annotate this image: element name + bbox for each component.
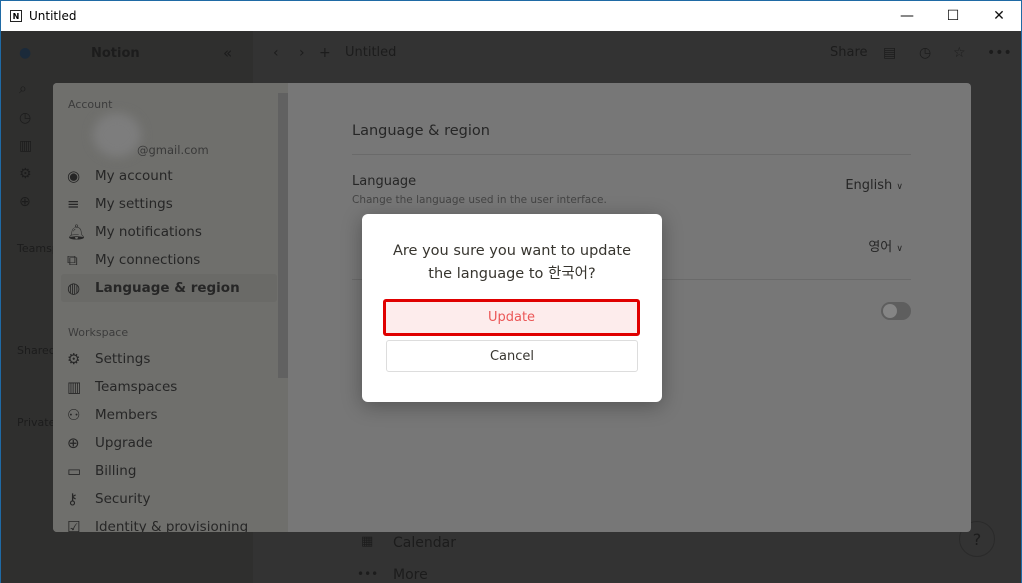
nav-label: Billing	[95, 463, 137, 479]
key-icon: ⚷	[67, 490, 78, 508]
avatar	[93, 113, 141, 157]
users-icon: ⚇	[67, 406, 81, 424]
nav-label: Identity & provisioning	[95, 519, 249, 532]
pane-title: Language & region	[352, 123, 490, 139]
settings-nav-scrollbar[interactable]	[278, 93, 288, 378]
search-icon[interactable]: ⌕	[19, 81, 27, 97]
account-header: Account	[68, 98, 113, 111]
new-page-icon[interactable]: ⊕	[19, 194, 31, 210]
chevron-down-icon: ∨	[896, 244, 903, 254]
workspace-name[interactable]: Notion	[91, 46, 140, 61]
calendar-icon: ▦	[361, 534, 374, 549]
update-button[interactable]: Update	[383, 299, 640, 336]
nav-language-region[interactable]: ◍ Language & region	[61, 274, 277, 302]
avatar[interactable]: ●	[19, 45, 31, 61]
dialog-message-line2: the language to 한국어?	[428, 266, 596, 282]
title-bar: N Untitled — ☐ ✕	[1, 1, 1021, 31]
building-icon[interactable]: ▥	[19, 138, 32, 154]
more-icon[interactable]: •••	[987, 45, 1012, 61]
nav-my-connections[interactable]: ⧉ My connections	[61, 246, 277, 274]
divider	[352, 154, 911, 155]
nav-label: My notifications	[95, 224, 202, 240]
nav-label: My account	[95, 168, 173, 184]
upgrade-icon: ⊕	[67, 434, 80, 452]
more-dots-icon: •••	[357, 567, 379, 581]
nav-billing[interactable]: ▭ Billing	[61, 457, 277, 485]
maximize-button[interactable]: ☐	[930, 1, 976, 31]
nav-upgrade[interactable]: ⊕ Upgrade	[61, 429, 277, 457]
credit-card-icon: ▭	[67, 462, 82, 480]
nav-my-notifications[interactable]: 🔔︎ My notifications	[61, 218, 277, 246]
globe-icon: ◍	[67, 279, 81, 297]
external-link-icon: ⧉	[67, 251, 78, 269]
account-email: @gmail.com	[137, 143, 209, 157]
dialog-message: Are you sure you want to update the lang…	[362, 240, 662, 286]
comment-icon[interactable]: ▤	[883, 45, 896, 61]
star-icon[interactable]: ☆	[953, 45, 966, 61]
notion-logo-icon: N	[10, 10, 22, 22]
minimize-button[interactable]: —	[884, 1, 930, 31]
nav-label: Settings	[95, 351, 151, 367]
chevron-down-icon: ∨	[896, 182, 903, 192]
toggle-switch[interactable]	[881, 302, 911, 320]
confirm-language-dialog: Are you sure you want to update the lang…	[362, 214, 662, 402]
collapse-sidebar-icon[interactable]: «	[223, 44, 232, 62]
language-select[interactable]: English ∨	[845, 178, 903, 193]
sliders-icon: ≡	[67, 195, 80, 213]
dialog-message-line1: Are you sure you want to update	[393, 243, 631, 259]
nav-label: My settings	[95, 196, 173, 212]
close-button[interactable]: ✕	[976, 1, 1022, 31]
forward-icon[interactable]: ›	[299, 45, 305, 61]
gear-icon[interactable]: ⚙	[19, 166, 32, 182]
nav-label: Teamspaces	[95, 379, 178, 395]
nav-label: Security	[95, 491, 151, 507]
language-value: English	[845, 178, 893, 193]
share-button[interactable]: Share	[830, 45, 868, 60]
section-shared: Shared	[17, 344, 56, 357]
language-label: Language	[352, 174, 417, 189]
nav-my-settings[interactable]: ≡ My settings	[61, 190, 277, 218]
window-title: Untitled	[29, 9, 77, 23]
nav-members[interactable]: ⚇ Members	[61, 401, 277, 429]
nav-identity-provisioning[interactable]: ☑ Identity & provisioning	[61, 513, 277, 532]
nav-security[interactable]: ⚷ Security	[61, 485, 277, 513]
user-circle-icon: ◉	[67, 167, 81, 185]
nav-my-account[interactable]: ◉ My account	[61, 162, 277, 190]
spellcheck-value: 영어	[868, 240, 893, 255]
more-item[interactable]: More	[393, 567, 428, 583]
section-private: Private	[17, 416, 56, 429]
shield-check-icon: ☑	[67, 518, 81, 532]
calendar-item[interactable]: Calendar	[393, 535, 456, 551]
back-icon[interactable]: ‹	[273, 45, 279, 61]
history-icon[interactable]: ◷	[919, 45, 931, 61]
page-title: Untitled	[345, 45, 397, 60]
bell-icon: 🔔︎	[67, 223, 87, 241]
clock-icon[interactable]: ◷	[19, 110, 31, 126]
spellcheck-language-select[interactable]: 영어 ∨	[868, 236, 903, 255]
workspace-header: Workspace	[68, 326, 129, 339]
cancel-button[interactable]: Cancel	[386, 340, 638, 372]
nav-settings[interactable]: ⚙ Settings	[61, 345, 277, 373]
nav-label: Language & region	[95, 280, 240, 296]
building-icon: ▥	[67, 378, 82, 396]
settings-nav: Account @gmail.com ◉ My account ≡ My setti…	[53, 83, 288, 532]
gear-icon: ⚙	[67, 350, 81, 368]
language-description: Change the language used in the user int…	[352, 194, 607, 206]
add-icon[interactable]: +	[319, 45, 331, 61]
nav-label: My connections	[95, 252, 201, 268]
nav-label: Upgrade	[95, 435, 153, 451]
nav-label: Members	[95, 407, 158, 423]
nav-teamspaces[interactable]: ▥ Teamspaces	[61, 373, 277, 401]
